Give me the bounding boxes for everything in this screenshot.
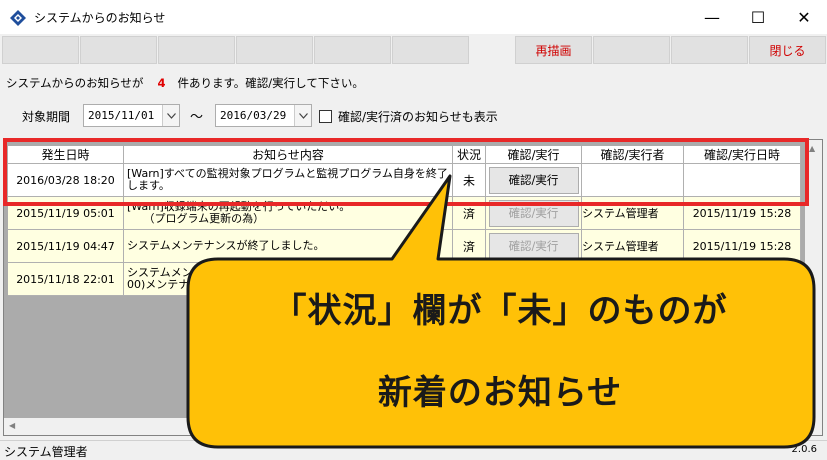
notice-suffix: 件あります。確認/実行して下さい。 xyxy=(177,76,364,90)
table-row[interactable]: 2015/11/19 04:47 システムメンテナンスが終了しました。 済 確認… xyxy=(8,230,801,263)
notice-message: システムからのお知らせが 4 件あります。確認/実行して下さい。 xyxy=(6,75,364,91)
highlight-box xyxy=(3,138,809,206)
scroll-left-icon[interactable]: ◀ xyxy=(9,421,15,430)
minimize-icon: — xyxy=(704,7,720,27)
chevron-down-icon[interactable] xyxy=(162,105,179,126)
row-status: 済 xyxy=(453,230,486,263)
toolbar-button-empty-6[interactable] xyxy=(392,36,469,64)
to-date-value: 2016/03/29 xyxy=(220,109,287,122)
row-content: システムメンテナンスが終了しました。 xyxy=(124,230,453,263)
toolbar-button-empty-7[interactable] xyxy=(593,36,670,64)
toolbar: 再描画 閉じる xyxy=(0,34,827,65)
close-icon: ✕ xyxy=(797,7,811,27)
close-button[interactable]: 閉じる xyxy=(749,36,826,64)
toolbar-button-empty-1[interactable] xyxy=(2,36,79,64)
from-date-value: 2015/11/01 xyxy=(88,109,155,122)
from-date-picker[interactable]: 2015/11/01 xyxy=(83,104,180,127)
close-window-button[interactable]: ✕ xyxy=(781,0,827,34)
title-bar: システムからのお知らせ — ☐ ✕ xyxy=(0,0,827,34)
row-done-at: 2015/11/19 15:28 xyxy=(684,230,801,263)
to-date-picker[interactable]: 2016/03/29 xyxy=(215,104,312,127)
notice-count: 4 xyxy=(157,76,166,90)
maximize-button[interactable]: ☐ xyxy=(735,0,781,34)
period-label: 対象期間 xyxy=(22,110,71,124)
status-user: システム管理者 xyxy=(4,445,88,459)
toolbar-button-empty-5[interactable] xyxy=(314,36,391,64)
date-range-separator: 〜 xyxy=(190,110,204,125)
row-action-cell: 確認/実行 xyxy=(486,230,582,263)
callout-line-2: 新着のお知らせ xyxy=(377,373,623,413)
notice-prefix: システムからのお知らせが xyxy=(6,76,144,90)
toolbar-button-empty-4[interactable] xyxy=(236,36,313,64)
refresh-button[interactable]: 再描画 xyxy=(515,36,592,64)
chevron-down-icon[interactable] xyxy=(294,105,311,126)
row-date: 2015/11/19 04:47 xyxy=(8,230,124,263)
toolbar-button-empty-2[interactable] xyxy=(80,36,157,64)
app-logo-icon xyxy=(10,10,26,26)
confirm-execute-button: 確認/実行 xyxy=(488,232,579,260)
callout-line-1: 「状況」欄が「未」のものが xyxy=(272,291,728,331)
toolbar-button-empty-3[interactable] xyxy=(158,36,235,64)
row-date: 2015/11/18 22:01 xyxy=(8,263,124,296)
minimize-button[interactable]: — xyxy=(689,0,735,34)
scroll-up-icon[interactable]: ▲ xyxy=(809,144,815,153)
status-bar: システム管理者 2.0.6 xyxy=(0,440,827,460)
window-title: システムからのお知らせ xyxy=(34,11,166,25)
status-version: 2.0.6 xyxy=(791,444,817,455)
show-done-label: 確認/実行済のお知らせも表示 xyxy=(338,110,498,124)
show-done-checkbox[interactable] xyxy=(319,110,332,123)
maximize-icon: ☐ xyxy=(750,7,766,27)
toolbar-button-empty-8[interactable] xyxy=(671,36,748,64)
row-user: システム管理者 xyxy=(582,230,684,263)
horizontal-scrollbar[interactable]: ◀ xyxy=(4,418,807,435)
